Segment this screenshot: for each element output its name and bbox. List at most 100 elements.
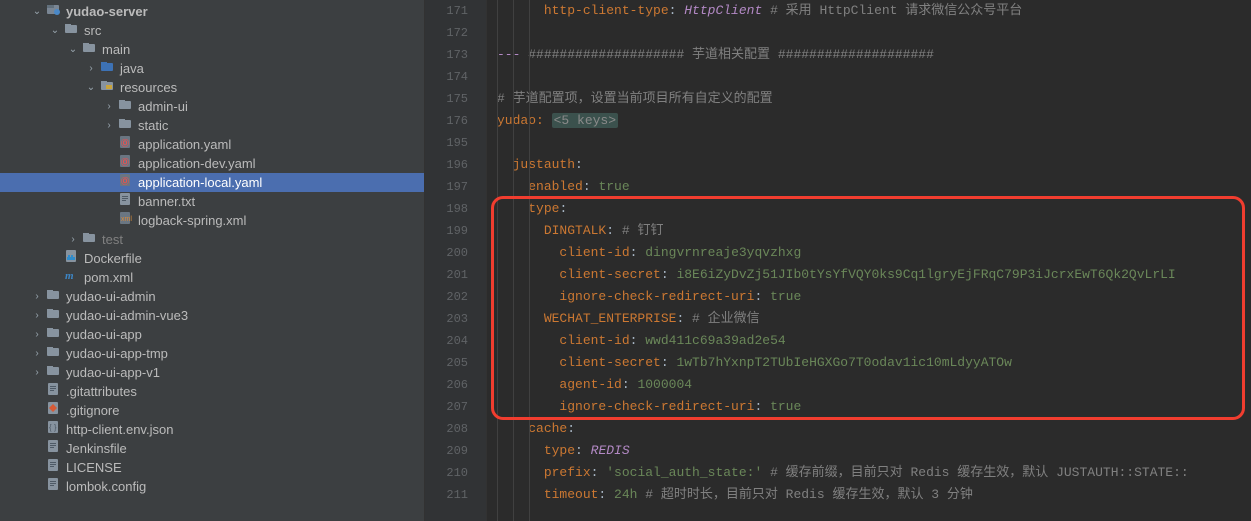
code-line[interactable] <box>497 22 1251 44</box>
svg-text:Ⓞ: Ⓞ <box>121 176 129 186</box>
tree-item-pom-xml[interactable]: ·mpom.xml <box>0 268 424 287</box>
code-line[interactable]: ignore-check-redirect-uri: true <box>497 396 1251 418</box>
code-line[interactable] <box>497 132 1251 154</box>
tree-item-lombok-config[interactable]: ·lombok.config <box>0 477 424 496</box>
code-line[interactable]: DINGTALK: # 钉钉 <box>497 220 1251 242</box>
tree-arrow-icon[interactable]: › <box>30 325 44 344</box>
code-line[interactable]: client-secret: 1wTb7hYxnpT2TUbIeHGXGo7T0… <box>497 352 1251 374</box>
module-icon <box>44 2 62 21</box>
folder-icon <box>116 116 134 135</box>
tree-item-label: application-dev.yaml <box>138 154 256 173</box>
tree-item-admin-ui[interactable]: ›admin-ui <box>0 97 424 116</box>
tree-item-yudao-server[interactable]: ⌄ yudao-server <box>0 2 424 21</box>
code-token: : <box>630 333 646 348</box>
folder-icon <box>44 363 62 382</box>
tree-arrow-icon[interactable]: › <box>102 97 116 116</box>
tree-arrow-icon[interactable]: ⌄ <box>30 2 44 21</box>
code-line[interactable]: enabled: true <box>497 176 1251 198</box>
tree-item--gitignore[interactable]: ·.gitignore <box>0 401 424 420</box>
code-token <box>497 223 544 238</box>
code-token: # 采用 HttpClient 请求微信公众号平台 <box>762 3 1022 18</box>
code-token: ignore-check-redirect-uri <box>559 399 754 414</box>
tree-arrow-icon[interactable]: ⌄ <box>48 21 62 40</box>
tree-item-dockerfile[interactable]: ·Dockerfile <box>0 249 424 268</box>
code-line[interactable]: client-id: wwd411c69a39ad2e54 <box>497 330 1251 352</box>
code-token: client-id <box>559 245 629 260</box>
tree-item-application-local-yaml[interactable]: ·Ⓞapplication-local.yaml <box>0 173 424 192</box>
tree-item-label: java <box>120 59 144 78</box>
tree-item-resources[interactable]: ⌄ resources <box>0 78 424 97</box>
line-number: 196 <box>425 154 468 176</box>
code-line[interactable]: cache: <box>497 418 1251 440</box>
code-area[interactable]: http-client-type: HttpClient # 采用 HttpCl… <box>487 0 1251 521</box>
code-token: true <box>598 179 629 194</box>
tree-item-test[interactable]: ›test <box>0 230 424 249</box>
tree-arrow-icon[interactable]: › <box>30 287 44 306</box>
code-line[interactable]: # 芋道配置项，设置当前项目所有自定义的配置 <box>497 88 1251 110</box>
code-token: 1wTb7hYxnpT2TUbIeHGXGo7T0odav1ic10mLdyyA… <box>676 355 1011 370</box>
code-line[interactable]: type: REDIS <box>497 440 1251 462</box>
folder-icon <box>80 40 98 59</box>
code-token: true <box>770 289 801 304</box>
code-line[interactable]: type: <box>497 198 1251 220</box>
code-line[interactable]: ignore-check-redirect-uri: true <box>497 286 1251 308</box>
tree-arrow-icon[interactable]: › <box>66 230 80 249</box>
code-line[interactable]: client-id: dingvrnreaje3yqvzhxg <box>497 242 1251 264</box>
tree-item-jenkinsfile[interactable]: ·Jenkinsfile <box>0 439 424 458</box>
line-number: 205 <box>425 352 468 374</box>
tree-item-banner-txt[interactable]: ·banner.txt <box>0 192 424 211</box>
tree-item-yudao-ui-admin-vue3[interactable]: ›yudao-ui-admin-vue3 <box>0 306 424 325</box>
code-editor[interactable]: 1711721731741751761951961971981992002012… <box>425 0 1251 521</box>
tree-arrow-icon[interactable]: › <box>30 363 44 382</box>
tree-arrow-icon[interactable]: ⌄ <box>84 78 98 97</box>
code-token: enabled <box>528 179 583 194</box>
tree-item-application-dev-yaml[interactable]: ·Ⓞapplication-dev.yaml <box>0 154 424 173</box>
code-line[interactable]: yudao: <5 keys> <box>497 110 1251 132</box>
code-line[interactable]: timeout: 24h # 超时时长，目前只对 Redis 缓存生效，默认 3… <box>497 484 1251 506</box>
line-number: 173 <box>425 44 468 66</box>
tree-item-yudao-ui-app-v1[interactable]: ›yudao-ui-app-v1 <box>0 363 424 382</box>
tree-item-logback-spring-xml[interactable]: ·xmllogback-spring.xml <box>0 211 424 230</box>
code-line[interactable]: http-client-type: HttpClient # 采用 HttpCl… <box>497 0 1251 22</box>
code-line[interactable]: justauth: <box>497 154 1251 176</box>
tree-item-application-yaml[interactable]: ·Ⓞapplication.yaml <box>0 135 424 154</box>
docker-icon <box>62 249 80 268</box>
code-line[interactable]: --- #################### 芋道相关配置 ########… <box>497 44 1251 66</box>
code-token: justauth <box>513 157 575 172</box>
tree-arrow-icon[interactable]: › <box>84 59 98 78</box>
tree-arrow-icon[interactable]: ⌄ <box>66 40 80 59</box>
line-number: 197 <box>425 176 468 198</box>
tree-item-java[interactable]: › java <box>0 59 424 78</box>
tree-item-http-client-env-json[interactable]: ·{ }http-client.env.json <box>0 420 424 439</box>
line-number: 201 <box>425 264 468 286</box>
code-line[interactable]: prefix: 'social_auth_state:' # 缓存前缀，目前只对… <box>497 462 1251 484</box>
tree-item-license[interactable]: ·LICENSE <box>0 458 424 477</box>
code-line[interactable]: agent-id: 1000004 <box>497 374 1251 396</box>
code-token: : <box>622 377 638 392</box>
tree-item-static[interactable]: ›static <box>0 116 424 135</box>
code-line[interactable]: client-secret: i8E6iZyDvZj51JIb0tYsYfVQY… <box>497 264 1251 286</box>
tree-arrow-icon[interactable]: › <box>30 344 44 363</box>
line-number: 195 <box>425 132 468 154</box>
code-token: # 企业微信 <box>692 311 760 326</box>
tree-item-src[interactable]: ⌄src <box>0 21 424 40</box>
tree-item--gitattributes[interactable]: ·.gitattributes <box>0 382 424 401</box>
code-token: : <box>669 3 685 18</box>
tree-item-yudao-ui-admin[interactable]: ›yudao-ui-admin <box>0 287 424 306</box>
svg-text:{ }: { } <box>49 423 57 432</box>
tree-item-label: resources <box>120 78 177 97</box>
tree-item-label: yudao-ui-app-tmp <box>66 344 168 363</box>
line-number: 208 <box>425 418 468 440</box>
svg-text:Ⓞ: Ⓞ <box>121 138 129 148</box>
folder-icon <box>116 97 134 116</box>
code-line[interactable]: WECHAT_ENTERPRISE: # 企业微信 <box>497 308 1251 330</box>
tree-item-label: yudao-server <box>66 2 148 21</box>
folder-icon <box>44 306 62 325</box>
tree-item-yudao-ui-app[interactable]: ›yudao-ui-app <box>0 325 424 344</box>
tree-arrow-icon[interactable]: › <box>30 306 44 325</box>
tree-item-yudao-ui-app-tmp[interactable]: › yudao-ui-app-tmp <box>0 344 424 363</box>
tree-item-main[interactable]: ⌄main <box>0 40 424 59</box>
tree-arrow-icon[interactable]: › <box>102 116 116 135</box>
project-tree[interactable]: ⌄yudao-server⌄src⌄main›java⌄resources›ad… <box>0 0 425 521</box>
code-line[interactable] <box>497 66 1251 88</box>
